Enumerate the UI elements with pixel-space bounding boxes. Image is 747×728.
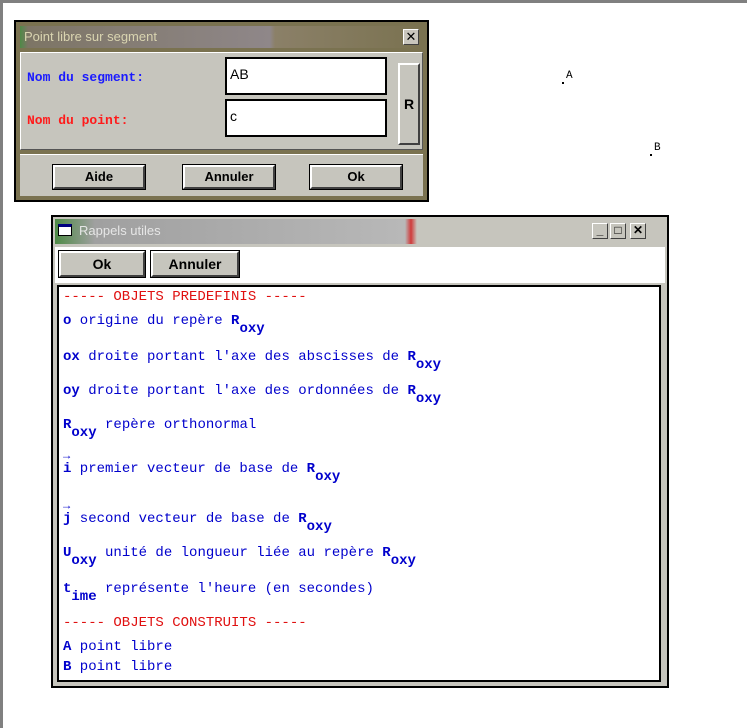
point-b-label: B: [654, 142, 661, 154]
reminders-cancel-button[interactable]: Annuler: [150, 250, 240, 278]
segment-name-label: Nom du segment:: [27, 70, 145, 85]
cancel-button[interactable]: Annuler: [182, 164, 276, 190]
reminders-toolbar: Ok Annuler: [55, 247, 665, 283]
list-item[interactable]: oy droite portant l'axe des ordonnées de…: [63, 383, 441, 407]
point-a-dot: [562, 82, 564, 84]
list-item[interactable]: o origine du repère Roxy: [63, 313, 265, 337]
list-item[interactable]: Uoxy unité de longueur liée au repère Ro…: [63, 545, 416, 569]
vector-arrow-icon: →: [63, 449, 71, 463]
list-item[interactable]: time représente l'heure (en secondes): [63, 581, 374, 605]
minimize-icon[interactable]: _: [592, 223, 608, 239]
window-icon: [58, 224, 72, 236]
dialog-titlebar[interactable]: Point libre sur segment ✕: [20, 26, 423, 48]
list-item[interactable]: ox droite portant l'axe des abscisses de…: [63, 349, 441, 373]
reminders-dialog: Rappels utiles _ □ ✕ Ok Annuler ----- OB…: [51, 215, 669, 688]
dialog-button-bar: Aide Annuler Ok: [20, 154, 423, 196]
help-button[interactable]: Aide: [52, 164, 146, 190]
point-name-label: Nom du point:: [27, 113, 129, 128]
canvas-top-border: [0, 0, 747, 3]
canvas-left-border: [0, 0, 3, 728]
close-icon[interactable]: ✕: [630, 223, 646, 239]
list-item[interactable]: → j second vecteur de base de Roxy: [63, 499, 332, 535]
predefined-header: ----- OBJETS PREDEFINIS -----: [63, 289, 307, 305]
list-item[interactable]: → i premier vecteur de base de Roxy: [63, 449, 340, 485]
reminders-ok-button[interactable]: Ok: [58, 250, 146, 278]
reminders-listbox[interactable]: ----- OBJETS PREDEFINIS ----- o origine …: [57, 285, 661, 682]
point-b-dot: [650, 154, 652, 156]
close-icon[interactable]: ✕: [403, 29, 419, 45]
list-item[interactable]: A point libre: [63, 639, 172, 655]
dialog-title: Point libre sur segment: [24, 29, 157, 44]
reminders-titlebar[interactable]: Rappels utiles _ □ ✕: [55, 219, 665, 244]
segment-name-input[interactable]: AB: [225, 57, 387, 95]
list-item[interactable]: Roxy repère orthonormal: [63, 417, 256, 441]
vector-arrow-icon: →: [63, 499, 71, 513]
constructed-header: ----- OBJETS CONSTRUITS -----: [63, 615, 307, 631]
r-button[interactable]: R: [398, 63, 420, 145]
form-panel: Nom du segment: AB Nom du point: c R: [20, 52, 423, 150]
ok-button[interactable]: Ok: [309, 164, 403, 190]
point-a-label: A: [566, 70, 573, 82]
maximize-icon[interactable]: □: [610, 223, 626, 239]
reminders-title: Rappels utiles: [79, 223, 161, 238]
point-name-input[interactable]: c: [225, 99, 387, 137]
point-on-segment-dialog: Point libre sur segment ✕ Nom du segment…: [14, 20, 429, 202]
list-item[interactable]: B point libre: [63, 659, 172, 675]
